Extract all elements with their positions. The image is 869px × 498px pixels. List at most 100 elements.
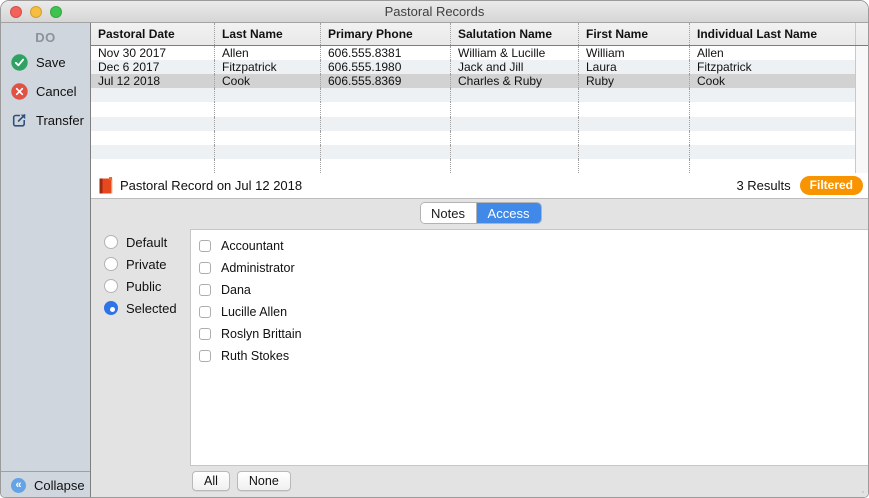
title-bar: Pastoral Records [1,1,868,23]
table-cell: 606.555.8381 [321,46,451,60]
zoom-button[interactable] [50,6,62,18]
cancel-button[interactable]: Cancel [1,79,90,103]
filtered-badge[interactable]: Filtered [800,176,863,195]
transfer-label: Transfer [36,113,84,128]
table-cell: Laura [579,60,690,74]
table-cell: 606.555.8369 [321,74,451,88]
table-cell: Fitzpatrick [690,60,856,74]
checkbox-item-dana[interactable]: Dana [191,279,869,301]
checkbox-item-lucille-allen[interactable]: Lucille Allen [191,301,869,323]
collapse-button[interactable]: « Collapse [1,471,90,498]
share-arrow-icon [11,112,28,129]
column-header-individual-last-name[interactable]: Individual Last Name [690,23,856,45]
radio-default[interactable]: Default [104,231,177,253]
access-user-list: Accountant Administrator Dana Lucille Al… [190,229,869,466]
checkbox-icon [199,240,211,252]
table-cell: William [579,46,690,60]
access-radio-group: Default Private Public Selected [104,231,177,319]
radio-private[interactable]: Private [104,253,177,275]
cancel-label: Cancel [36,84,76,99]
sidebar: DO Save Cancel [1,23,91,498]
column-header-primary-phone[interactable]: Primary Phone [321,23,451,45]
minimize-button[interactable] [30,6,42,18]
close-button[interactable] [10,6,22,18]
checkbox-icon [199,328,211,340]
table-cell: Dec 6 2017 [91,60,215,74]
column-header-salutation-name[interactable]: Salutation Name [451,23,579,45]
window-title: Pastoral Records [385,4,485,19]
tab-notes[interactable]: Notes [421,203,476,223]
checkbox-label: Dana [221,283,251,297]
table-cell: Jul 12 2018 [91,74,215,88]
column-header-last-name[interactable]: Last Name [215,23,321,45]
radio-label: Default [126,235,167,250]
table-row-empty [91,102,869,116]
table-cell: Cook [215,74,321,88]
tab-access[interactable]: Access [476,203,541,223]
results-count: 3 Results [736,178,790,193]
tab-bar: Notes Access [420,202,542,224]
red-notebook-icon [99,177,114,194]
table-row-empty [91,145,869,159]
checkbox-item-accountant[interactable]: Accountant [191,235,869,257]
radio-icon [104,279,118,293]
column-header-pastoral-date[interactable]: Pastoral Date [91,23,215,45]
table-body: Nov 30 2017 Allen 606.555.8381 William &… [91,46,869,173]
list-actions: All None [192,471,291,491]
x-circle-icon [11,83,28,100]
app-window: Pastoral Records DO Save Cancel [0,0,869,498]
column-header-first-name[interactable]: First Name [579,23,690,45]
table-row-empty [91,159,869,173]
table-row[interactable]: Dec 6 2017 Fitzpatrick 606.555.1980 Jack… [91,60,869,74]
table-cell: 606.555.1980 [321,60,451,74]
double-chevron-left-icon: « [11,478,26,493]
radio-label: Public [126,279,161,294]
sidebar-section-label: DO [1,23,90,45]
table-cell: Fitzpatrick [215,60,321,74]
checkbox-label: Accountant [221,239,284,253]
radio-public[interactable]: Public [104,275,177,297]
collapse-label: Collapse [34,478,85,493]
checkbox-icon [199,284,211,296]
checkbox-label: Roslyn Brittain [221,327,302,341]
table-cell-gutter [856,74,869,88]
record-header-band: Pastoral Record on Jul 12 2018 3 Results… [91,173,869,199]
check-circle-icon [11,54,28,71]
checkbox-item-administrator[interactable]: Administrator [191,257,869,279]
save-label: Save [36,55,66,70]
table-cell: Jack and Jill [451,60,579,74]
table-cell: William & Lucille [451,46,579,60]
records-table: Pastoral Date Last Name Primary Phone Sa… [91,23,869,173]
checkbox-label: Administrator [221,261,295,275]
table-cell: Cook [690,74,856,88]
table-header-row: Pastoral Date Last Name Primary Phone Sa… [91,23,869,46]
radio-selected[interactable]: Selected [104,297,177,319]
table-row-empty [91,131,869,145]
transfer-button[interactable]: Transfer [1,108,90,132]
table-row[interactable]: Nov 30 2017 Allen 606.555.8381 William &… [91,46,869,60]
table-cell: Allen [690,46,856,60]
table-cell: Charles & Ruby [451,74,579,88]
checkbox-icon [199,262,211,274]
table-row-empty [91,88,869,102]
radio-label: Private [126,257,166,272]
table-cell-gutter [856,60,869,74]
checkbox-item-roslyn-brittain[interactable]: Roslyn Brittain [191,323,869,345]
table-cell: Nov 30 2017 [91,46,215,60]
save-button[interactable]: Save [1,50,90,74]
table-cell: Ruby [579,74,690,88]
radio-icon [104,301,118,315]
checkbox-label: Ruth Stokes [221,349,289,363]
table-cell: Allen [215,46,321,60]
checkbox-item-ruth-stokes[interactable]: Ruth Stokes [191,345,869,367]
table-cell-gutter [856,46,869,60]
radio-icon [104,257,118,271]
checkbox-icon [199,350,211,362]
radio-icon [104,235,118,249]
table-row-empty [91,117,869,131]
table-row-selected[interactable]: Jul 12 2018 Cook 606.555.8369 Charles & … [91,74,869,88]
all-button[interactable]: All [192,471,230,491]
none-button[interactable]: None [237,471,291,491]
resize-grip[interactable] [861,490,867,496]
record-title: Pastoral Record on Jul 12 2018 [120,178,736,193]
